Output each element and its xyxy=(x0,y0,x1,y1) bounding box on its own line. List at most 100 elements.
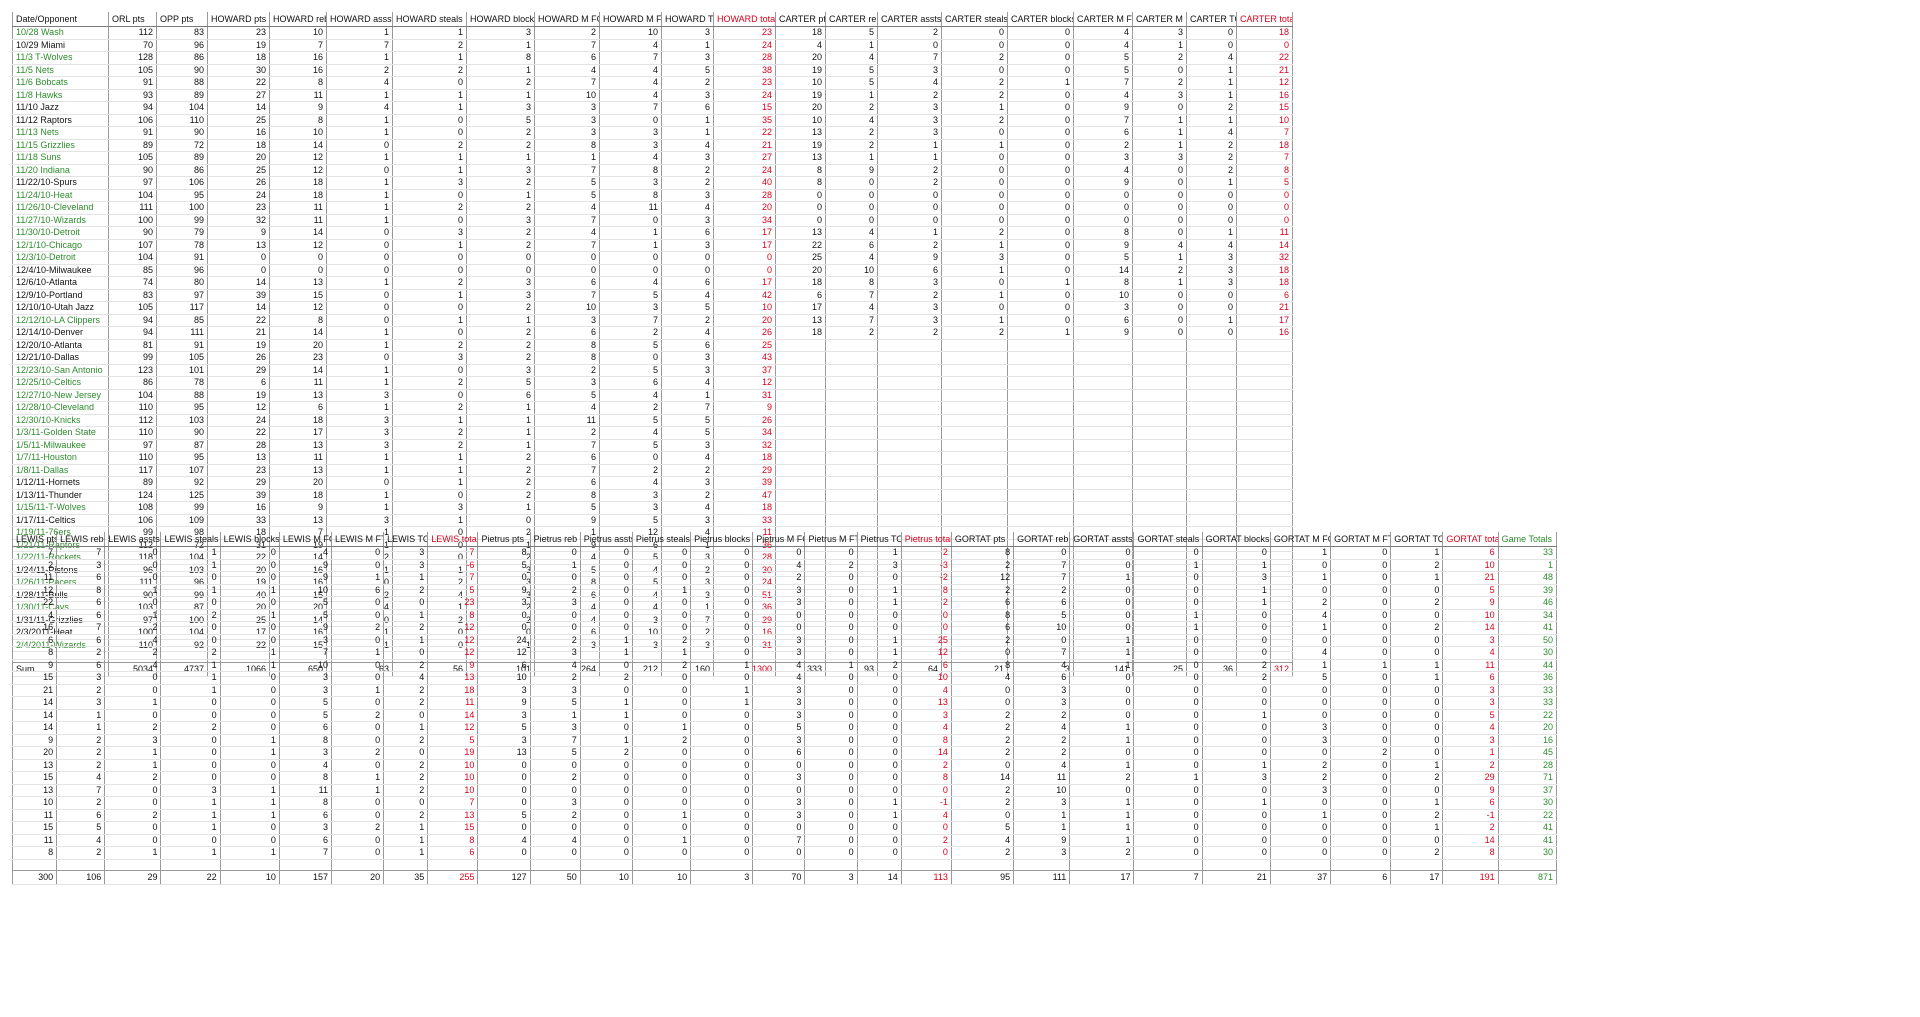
stat-cell[interactable]: 5 xyxy=(279,609,332,622)
stat-cell[interactable]: 4 xyxy=(1442,646,1499,660)
stat-cell[interactable]: 0 xyxy=(1330,571,1392,585)
sum-cell[interactable]: 157 xyxy=(279,869,332,885)
stat-cell[interactable]: 26 xyxy=(713,326,776,340)
stat-cell[interactable]: 94 xyxy=(108,101,157,115)
stat-cell[interactable]: 7 xyxy=(11,546,58,560)
stat-cell[interactable]: 3 xyxy=(752,646,806,660)
stat-cell[interactable] xyxy=(1186,364,1237,377)
stat-cell[interactable]: 1 xyxy=(160,809,221,822)
stat-cell[interactable]: 8 xyxy=(825,276,878,290)
stat-cell[interactable]: 8 xyxy=(269,314,327,327)
stat-cell[interactable]: 0 xyxy=(331,796,385,810)
date-opponent-cell[interactable]: 1/5/11-Milwaukee xyxy=(12,439,109,452)
stat-cell[interactable] xyxy=(1132,364,1187,377)
stat-cell[interactable] xyxy=(1132,414,1187,427)
stat-cell[interactable]: 2 xyxy=(825,139,878,152)
stat-cell[interactable]: 4 xyxy=(599,151,662,165)
game-total-cell[interactable]: 45 xyxy=(1498,746,1558,760)
stat-cell[interactable]: 0 xyxy=(1202,721,1271,735)
stat-cell[interactable]: 20 xyxy=(713,314,776,327)
stat-cell[interactable]: 2 xyxy=(466,226,535,240)
stat-cell[interactable]: 7 xyxy=(427,796,479,810)
stat-cell[interactable]: 0 xyxy=(1236,214,1293,227)
stat-cell[interactable]: 0 xyxy=(383,709,429,722)
stat-cell[interactable]: 0 xyxy=(392,489,467,502)
date-opponent-cell[interactable]: 10/28 Wash xyxy=(12,26,109,40)
sum-cell[interactable]: 191 xyxy=(1442,869,1499,885)
stat-cell[interactable]: 0 xyxy=(941,164,1008,177)
stat-cell[interactable]: 0 xyxy=(326,226,393,240)
stat-cell[interactable]: 1 xyxy=(1202,709,1271,722)
stat-cell[interactable] xyxy=(825,464,878,477)
stat-cell[interactable]: 6 xyxy=(775,289,826,302)
stat-cell[interactable]: 0 xyxy=(599,251,662,265)
stat-cell[interactable]: 2 xyxy=(1069,846,1135,860)
stat-cell[interactable]: 6 xyxy=(534,276,600,290)
stat-cell[interactable]: 0 xyxy=(775,189,826,202)
stat-cell[interactable]: 0 xyxy=(530,759,581,772)
stat-cell[interactable]: 0 xyxy=(1330,834,1392,847)
stat-cell[interactable]: 0 xyxy=(160,596,221,610)
stat-cell[interactable]: 16 xyxy=(1236,89,1293,102)
stat-cell[interactable]: 0 xyxy=(1073,214,1133,227)
stat-cell[interactable]: 0 xyxy=(690,584,754,597)
stat-cell[interactable]: 4 xyxy=(530,659,581,672)
stat-cell[interactable]: 10 xyxy=(901,671,952,685)
stat-cell[interactable]: 5 xyxy=(279,709,332,722)
stat-cell[interactable]: 0 xyxy=(1202,609,1271,622)
stat-cell[interactable]: 0 xyxy=(331,596,385,610)
stat-cell[interactable]: 6 xyxy=(661,226,714,240)
stat-cell[interactable]: 1 xyxy=(220,734,280,747)
game-total-cell[interactable]: 46 xyxy=(1498,596,1558,610)
stat-cell[interactable]: 0 xyxy=(1186,214,1237,227)
date-opponent-cell[interactable]: 12/25/10-Celtics xyxy=(12,376,109,390)
stat-cell[interactable] xyxy=(1007,389,1074,402)
date-opponent-cell[interactable]: 1/13/11-Thunder xyxy=(12,489,109,502)
stat-cell[interactable]: 123 xyxy=(108,364,157,377)
stat-cell[interactable]: 0 xyxy=(1330,709,1392,722)
stat-cell[interactable] xyxy=(1236,339,1293,352)
stat-cell[interactable]: 24 xyxy=(477,634,531,647)
column-header[interactable]: CARTER assts xyxy=(877,12,942,27)
stat-cell[interactable] xyxy=(941,351,1008,365)
stat-cell[interactable]: 2 xyxy=(383,759,429,772)
stat-cell[interactable]: 9 xyxy=(269,101,327,115)
stat-cell[interactable]: 1 xyxy=(1069,809,1135,822)
stat-cell[interactable]: 2 xyxy=(383,621,429,635)
stat-cell[interactable]: 0 xyxy=(220,821,280,835)
stat-cell[interactable]: 0 xyxy=(220,834,280,847)
stat-cell[interactable]: 2 xyxy=(1270,759,1332,772)
stat-cell[interactable]: 14 xyxy=(1442,621,1499,635)
stat-cell[interactable]: 2 xyxy=(951,584,1015,597)
stat-cell[interactable]: 1 xyxy=(326,276,393,290)
stat-cell[interactable]: 5 xyxy=(825,64,878,77)
stat-cell[interactable]: 0 xyxy=(466,264,535,277)
stat-cell[interactable]: 0 xyxy=(1069,584,1135,597)
stat-cell[interactable]: 3 xyxy=(599,501,662,515)
stat-cell[interactable]: 8 xyxy=(279,734,332,747)
stat-cell[interactable]: 1 xyxy=(326,176,393,190)
stat-cell[interactable]: 15 xyxy=(269,289,327,302)
stat-cell[interactable]: 1 xyxy=(392,476,467,490)
stat-cell[interactable]: 0 xyxy=(326,251,393,265)
stat-cell[interactable]: 22 xyxy=(207,314,270,327)
stat-cell[interactable]: 0 xyxy=(1236,39,1293,52)
stat-cell[interactable]: 3 xyxy=(160,784,221,797)
stat-cell[interactable]: 1 xyxy=(466,89,535,102)
stat-cell[interactable]: 14 xyxy=(1236,239,1293,252)
stat-cell[interactable]: 108 xyxy=(108,501,157,515)
game-total-cell[interactable]: 16 xyxy=(1498,734,1558,747)
stat-cell[interactable] xyxy=(1132,339,1187,352)
game-total-cell[interactable]: 30 xyxy=(1498,796,1558,810)
stat-cell[interactable]: 1 xyxy=(632,809,692,822)
stat-cell[interactable]: 117 xyxy=(156,301,208,315)
stat-cell[interactable]: 0 xyxy=(392,76,467,90)
column-header[interactable]: CARTER M FT xyxy=(1132,12,1187,27)
stat-cell[interactable]: 1 xyxy=(1013,821,1071,835)
stat-cell[interactable]: 4 xyxy=(775,39,826,52)
stat-cell[interactable]: 3 xyxy=(534,314,600,327)
stat-cell[interactable]: 33 xyxy=(713,514,776,527)
stat-cell[interactable]: 0 xyxy=(690,546,754,560)
column-header[interactable]: HOWARD reb xyxy=(269,12,327,27)
stat-cell[interactable]: 20 xyxy=(269,339,327,352)
